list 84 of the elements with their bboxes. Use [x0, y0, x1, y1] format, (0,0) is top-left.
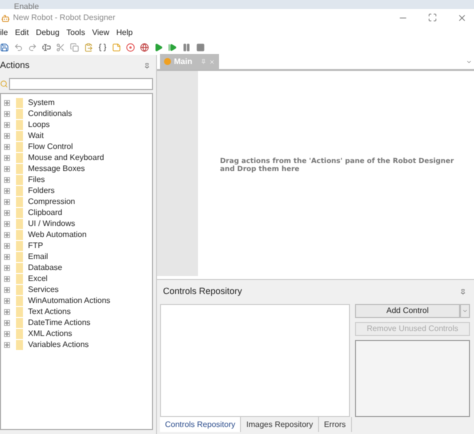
tree-item[interactable]: Excel	[28, 272, 48, 284]
dropdown-icon[interactable]	[466, 59, 472, 65]
pause-icon[interactable]	[182, 42, 191, 52]
expand-icon[interactable]	[4, 198, 10, 204]
tree-item[interactable]: FTP	[28, 240, 44, 252]
tree-item[interactable]: Wait	[28, 130, 44, 142]
text-cursor-icon[interactable]	[42, 42, 51, 52]
expand-icon[interactable]	[4, 264, 10, 270]
menu-item[interactable]: Help	[116, 27, 133, 39]
expand-icon[interactable]	[4, 166, 10, 172]
undo-icon[interactable]	[14, 42, 23, 52]
pane-title: Actions	[0, 59, 30, 72]
tree-item[interactable]: Web Automation	[28, 228, 87, 240]
expand-icon[interactable]	[4, 188, 10, 194]
tree-item[interactable]: Email	[28, 250, 48, 262]
expand-icon[interactable]	[4, 210, 10, 216]
search-field[interactable]	[9, 78, 153, 90]
globe-icon[interactable]	[140, 42, 149, 52]
tree-item[interactable]: Folders	[28, 184, 55, 196]
expand-icon[interactable]	[4, 342, 10, 348]
panel-title: Controls Repository	[163, 285, 242, 298]
expand-icon[interactable]	[4, 254, 10, 260]
expand-icon[interactable]	[4, 276, 10, 282]
panel-tab[interactable]: Controls Repository	[160, 417, 242, 432]
braces-icon[interactable]	[98, 42, 107, 52]
expand-icon[interactable]	[4, 154, 10, 160]
tree-item[interactable]: Flow Control	[28, 140, 73, 152]
caret-icon	[462, 308, 468, 314]
tab-icon	[164, 58, 171, 65]
paste-icon[interactable]	[84, 42, 93, 52]
background-window-label: Enable	[14, 3, 39, 9]
tree-item[interactable]: Services	[28, 284, 59, 296]
save-icon[interactable]	[0, 42, 9, 52]
tree-item[interactable]: XML Actions	[28, 328, 72, 340]
expand-icon[interactable]	[4, 320, 10, 326]
add-control-button[interactable]: Add Control	[355, 304, 460, 318]
expand-icon[interactable]	[4, 242, 10, 248]
tree-item[interactable]: WinAutomation Actions	[28, 294, 110, 306]
tree-item[interactable]: Clipboard	[28, 206, 62, 218]
robot-icon	[1, 14, 10, 22]
menu-item[interactable]: Tools	[66, 27, 86, 39]
tree-item[interactable]: Variables Actions	[28, 338, 89, 350]
copy-icon[interactable]	[70, 42, 79, 52]
expand-icon[interactable]	[4, 110, 10, 116]
expand-icon[interactable]	[4, 132, 10, 138]
tree-item[interactable]: DateTime Actions	[28, 316, 90, 328]
search-icon	[0, 80, 8, 88]
expand-icon[interactable]	[4, 144, 10, 150]
window-title: New Robot - Robot Designer	[13, 12, 116, 24]
close-tab-icon[interactable]	[209, 58, 215, 64]
tree-item[interactable]: Conditionals	[28, 108, 72, 120]
tree-item[interactable]: System	[28, 96, 55, 108]
tree-item[interactable]: Compression	[28, 196, 76, 208]
tree-item[interactable]: Files	[28, 174, 45, 186]
expand-icon[interactable]	[4, 308, 10, 314]
play-icon[interactable]	[154, 42, 163, 52]
cut-icon[interactable]	[56, 42, 65, 52]
maximize-icon[interactable]	[428, 13, 437, 22]
expand-icon[interactable]	[4, 232, 10, 238]
expand-icon[interactable]	[4, 286, 10, 292]
pin-icon[interactable]	[460, 289, 466, 295]
step-icon[interactable]	[168, 42, 177, 52]
tree-item[interactable]: Message Boxes	[28, 162, 85, 174]
expand-icon[interactable]	[4, 298, 10, 304]
tree-item[interactable]: Mouse and Keyboard	[28, 152, 104, 164]
tree-item[interactable]: UI / Windows	[28, 218, 76, 230]
expand-icon[interactable]	[4, 176, 10, 182]
expand-icon[interactable]	[4, 122, 10, 128]
expand-icon[interactable]	[4, 100, 10, 106]
stop-icon[interactable]	[196, 42, 205, 52]
pin-icon[interactable]	[144, 63, 150, 69]
tree-item[interactable]: Loops	[28, 118, 50, 130]
expand-icon[interactable]	[4, 220, 10, 226]
redo-icon[interactable]	[28, 42, 37, 52]
close-icon[interactable]	[457, 13, 467, 23]
tree-item[interactable]: Text Actions	[28, 306, 71, 318]
record-icon[interactable]	[126, 42, 135, 52]
menu-item[interactable]: Edit	[15, 27, 29, 39]
note-icon[interactable]	[112, 42, 121, 52]
expand-icon[interactable]	[4, 330, 10, 336]
menu-item[interactable]: ile	[0, 27, 8, 39]
tree-item[interactable]: Database	[28, 262, 62, 274]
menu-item[interactable]: View	[92, 27, 110, 39]
menu-item[interactable]: Debug	[36, 27, 60, 39]
